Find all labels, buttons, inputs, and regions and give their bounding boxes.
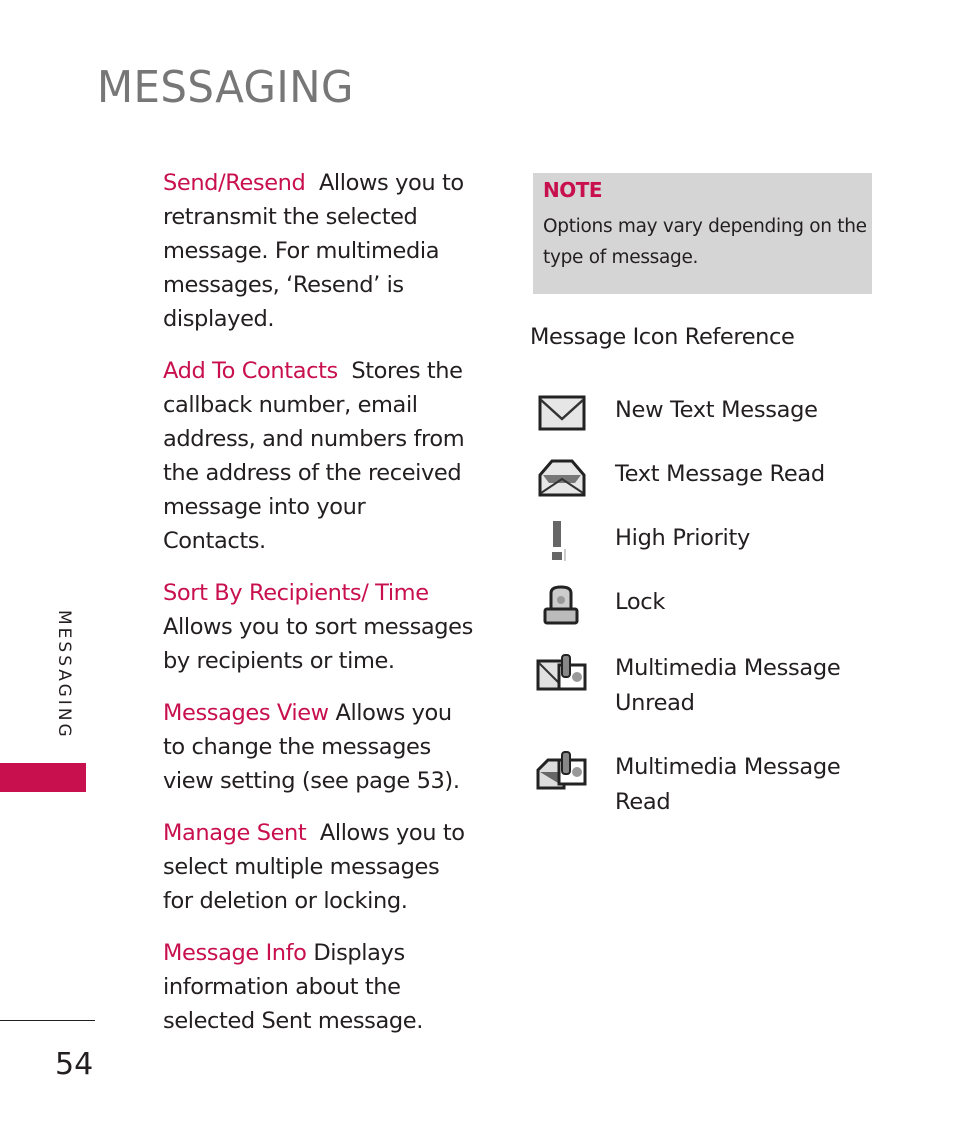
multimedia-unread-icon (536, 654, 587, 691)
entry-term: Send/Resend (163, 170, 306, 196)
icon-label: New Text Message (615, 397, 818, 423)
entry-text: Allows you to sort messages by recipient… (163, 614, 473, 674)
icon-label: High Priority (615, 525, 751, 551)
entry-term: Message Info (163, 940, 307, 966)
icon-label: Multimedia Message Unread (615, 655, 841, 716)
icon-label: Multimedia Message Read (615, 754, 841, 815)
icon-label: Lock (615, 589, 666, 615)
multimedia-read-icon (536, 751, 587, 790)
entry-send-resend: Send/Resend Allows you to retransmit the… (163, 166, 473, 336)
side-tab-label: MESSAGING (54, 610, 74, 740)
entry-sort-by: Sort By Recipients/ Time Allows you to so… (163, 576, 473, 678)
icon-reference-heading: Message Icon Reference (530, 324, 795, 350)
note-label: NOTE (543, 178, 603, 202)
entry-add-to-contacts: Add To Contacts Stores the callback numb… (163, 354, 473, 558)
note-box: NOTE Options may vary depending on the t… (533, 173, 872, 294)
entry-messages-view: Messages View Allows you to change the m… (163, 696, 473, 798)
options-list: Send/Resend Allows you to retransmit the… (163, 166, 473, 1056)
lock-icon (543, 585, 579, 625)
envelope-closed-icon (538, 395, 586, 431)
entry-text: Stores the callback number, email addres… (163, 358, 465, 554)
entry-term: Add To Contacts (163, 358, 338, 384)
footer-divider (0, 1020, 95, 1021)
entry-term: Sort By Recipients/ Time (163, 580, 429, 606)
envelope-open-icon (538, 459, 586, 497)
icon-label: Text Message Read (615, 461, 825, 487)
entry-term: Messages View (163, 700, 329, 726)
page-title: MESSAGING (97, 62, 354, 113)
exclamation-icon (552, 521, 566, 561)
entry-message-info: Message Info Displays information about … (163, 936, 473, 1038)
note-text: Options may vary depending on the type o… (543, 216, 867, 268)
side-tab-marker (0, 763, 86, 792)
entry-term: Manage Sent (163, 820, 307, 846)
entry-manage-sent: Manage Sent Allows you to select multipl… (163, 816, 473, 918)
page-number: 54 (55, 1047, 94, 1082)
